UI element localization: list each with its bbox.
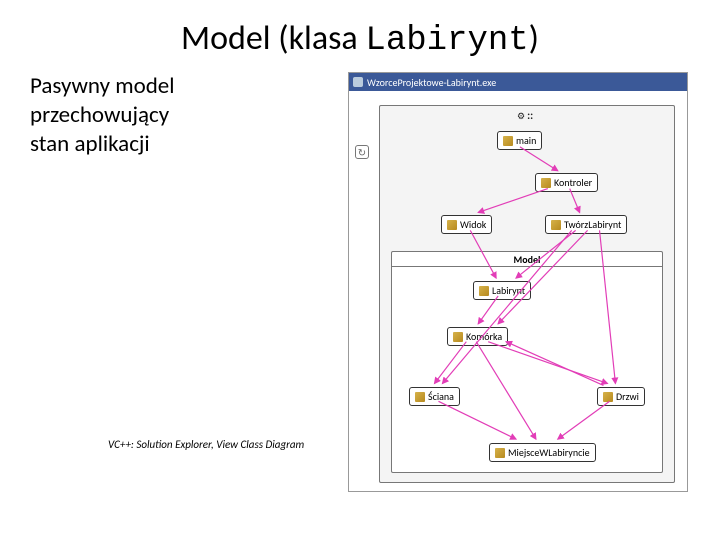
diagram-title: WzorceProjektowe-Labirynt.exe [367, 76, 496, 89]
gear-icon [551, 220, 561, 230]
desc-line: stan aplikacji [30, 130, 330, 159]
content-row: Pasywny model przechowujący stan aplikac… [0, 60, 720, 492]
gear-icon [541, 178, 551, 188]
chip-sciana[interactable]: Ściana [409, 387, 460, 406]
refresh-icon[interactable]: ↻ [355, 145, 369, 159]
gear-icon [495, 448, 505, 458]
chip-labirynt[interactable]: Labirynt [473, 281, 531, 300]
diagram-titlebar: WzorceProjektowe-Labirynt.exe [349, 73, 687, 91]
project-icon [353, 77, 363, 87]
gear-icon [453, 332, 463, 342]
gear-icon [415, 392, 425, 402]
title-pre: Model (klasa [181, 18, 365, 59]
desc-line: Pasywny model [30, 72, 330, 101]
gear-icon [503, 136, 513, 146]
gear-icon [603, 392, 613, 402]
chip-widok[interactable]: Widok [441, 215, 492, 234]
model-header: Model [392, 252, 662, 267]
chip-komorka[interactable]: Komórka [447, 327, 508, 346]
chip-tworz[interactable]: TwórzLabirynt [545, 215, 627, 234]
page-title: Model (klasa Labirynt) [0, 18, 720, 60]
class-diagram: WzorceProjektowe-Labirynt.exe ⚙ :: ↻ mai… [348, 72, 688, 492]
chip-drzwi[interactable]: Drzwi [597, 387, 645, 406]
chip-kontroler[interactable]: Kontroler [535, 173, 598, 192]
gear-icon [447, 220, 457, 230]
footnote: VC++: Solution Explorer, View Class Diag… [108, 438, 304, 451]
chip-miejsce[interactable]: MiejsceWLabiryncie [489, 443, 596, 462]
chip-main[interactable]: main [497, 131, 542, 150]
namespace-label: ⚙ :: [517, 109, 533, 122]
diagram-canvas: ⚙ :: ↻ main Kontroler Widok Tw [349, 91, 687, 491]
desc-line: przechowujący [30, 101, 330, 130]
title-post: ) [529, 18, 539, 59]
title-mono: Labirynt [365, 22, 528, 60]
description: Pasywny model przechowujący stan aplikac… [30, 72, 330, 158]
left-column: Pasywny model przechowujący stan aplikac… [30, 72, 330, 492]
gear-icon [479, 286, 489, 296]
